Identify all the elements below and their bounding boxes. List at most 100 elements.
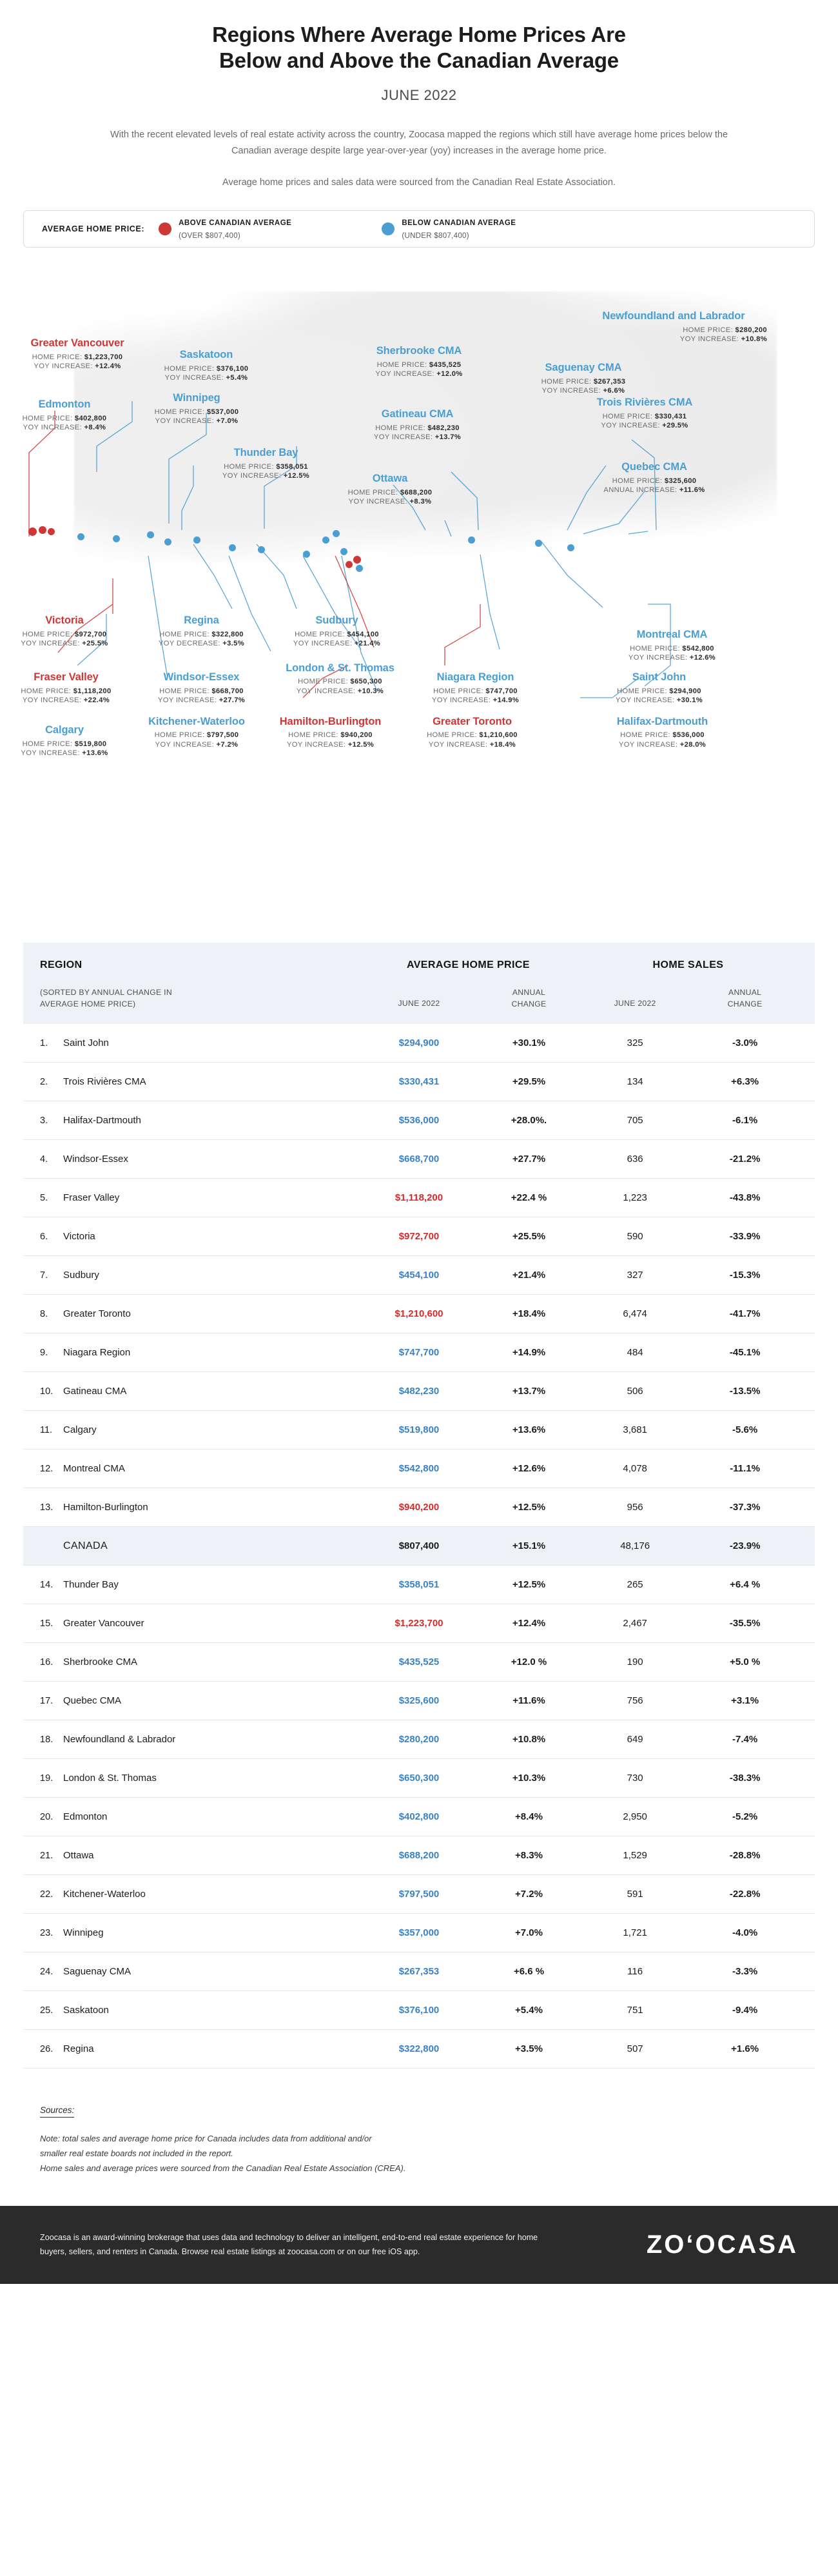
- intro-source-note: Average home prices and sales data were …: [222, 177, 616, 188]
- table-row: 13. Hamilton-Burlington $940,200 +12.5% 956 -…: [23, 1488, 815, 1528]
- map-dot-saskatoon: [147, 531, 154, 538]
- cell-region: 2. Trois Rivières CMA: [40, 1076, 358, 1087]
- cell-home-sales: 3,681: [623, 1424, 647, 1436]
- cell-sales-annual-change: -11.1%: [730, 1463, 760, 1475]
- map-callout-thunder-bay: Thunder Bay HOME PRICE: $358,051 YOY INC…: [222, 446, 310, 480]
- row-rank: 2.: [40, 1077, 48, 1088]
- map-dot-saint-john: [535, 539, 542, 547]
- cell-average-price: $294,900: [398, 1037, 440, 1049]
- cell-region: 18. Newfoundland & Labrador: [40, 1734, 358, 1745]
- row-region-name: Niagara Region: [63, 1347, 131, 1359]
- row-rank: 22.: [40, 1889, 54, 1900]
- th-average-home-price: AVERAGE HOME PRICE: [406, 959, 530, 970]
- cell-average-price: $1,223,700: [395, 1618, 443, 1629]
- map-callout-calgary: Calgary HOME PRICE: $519,800 YOY INCREAS…: [21, 723, 108, 758]
- cell-price-annual-change: +13.7%: [512, 1386, 546, 1397]
- cell-sales-annual-change: -5.2%: [732, 1811, 758, 1823]
- th-sales-change-line2: CHANGE: [727, 999, 763, 1009]
- page-title-line1: Regions Where Average Home Prices Are: [212, 23, 626, 46]
- map-dot-thunder-bay: [229, 544, 236, 551]
- th-region: REGION: [40, 959, 83, 970]
- cell-home-sales: 2,467: [623, 1618, 647, 1629]
- map-callout-windsor-essex: Windsor-Essex HOME PRICE: $668,700 YOY I…: [157, 671, 246, 705]
- cell-average-price: $1,118,200: [395, 1192, 443, 1204]
- table-row: 9. Niagara Region $747,700 +14.9% 484 -45.1%: [23, 1333, 815, 1373]
- cell-price-annual-change: +22.4 %: [511, 1192, 547, 1204]
- row-rank: 13.: [40, 1502, 54, 1513]
- cell-average-price: $688,200: [398, 1850, 440, 1862]
- cell-home-sales: 325: [627, 1037, 643, 1049]
- map-callout-saguenay-cma: Saguenay CMA HOME PRICE: $267,353 YOY IN…: [541, 361, 626, 395]
- cell-average-price: $940,200: [398, 1502, 440, 1513]
- cell-sales-annual-change: -13.5%: [729, 1386, 761, 1397]
- row-region-name: Greater Toronto: [63, 1308, 131, 1320]
- cell-home-sales: 1,721: [623, 1927, 647, 1939]
- cell-price-annual-change: +25.5%: [512, 1231, 546, 1243]
- table-row: 14. Thunder Bay $358,051 +12.5% 265 +6.4 %: [23, 1566, 815, 1605]
- row-rank: 15.: [40, 1618, 54, 1629]
- row-region-name: Saint John: [63, 1037, 109, 1049]
- cell-sales-annual-change: -23.9%: [729, 1540, 761, 1552]
- row-rank: 14.: [40, 1580, 54, 1591]
- table-row: 20. Edmonton $402,800 +8.4% 2,950 -5.2%: [23, 1798, 815, 1837]
- table-header: REGION AVERAGE HOME PRICE HOME SALES (SO…: [23, 942, 815, 1025]
- cell-region: 8. Greater Toronto: [40, 1308, 358, 1319]
- cell-home-sales: 190: [627, 1657, 643, 1668]
- table-body: 1. Saint John $294,900 +30.1% 325 -3.0% 2. Troi…: [23, 1024, 815, 2069]
- cell-average-price: $807,400: [398, 1540, 440, 1552]
- map-callout-greater-toronto: Greater Toronto HOME PRICE: $1,210,600 Y…: [427, 715, 518, 749]
- map-dot-gatineau: [340, 547, 347, 555]
- map-dot-sherbrooke: [333, 529, 340, 537]
- map-callout-ottawa: Ottawa HOME PRICE: $688,200 YOY INCREASE…: [347, 472, 433, 506]
- cell-home-sales: 4,078: [623, 1463, 647, 1475]
- cell-average-price: $668,700: [398, 1154, 440, 1165]
- cell-sales-annual-change: -33.9%: [729, 1231, 761, 1243]
- map-dot-quebec-cma: [468, 536, 475, 544]
- map-section: Greater Vancouver HOME PRICE: $1,223,700…: [0, 253, 838, 936]
- map-callout-edmonton: Edmonton HOME PRICE: $402,800 YOY INCREA…: [22, 398, 107, 432]
- cell-price-annual-change: +10.8%: [512, 1734, 546, 1745]
- map-callout-trois-rivieres-cma: Trois Rivières CMA HOME PRICE: $330,431 …: [596, 396, 693, 430]
- intro-paragraph: With the recent elevated levels of real …: [110, 129, 728, 156]
- row-region-name: Edmonton: [63, 1811, 108, 1823]
- cell-average-price: $650,300: [398, 1773, 440, 1784]
- cell-price-annual-change: +21.4%: [512, 1270, 546, 1281]
- legend-below-sub: (UNDER $807,400): [402, 231, 469, 240]
- cell-sales-annual-change: -5.6%: [732, 1424, 758, 1436]
- cell-price-annual-change: +12.6%: [512, 1463, 546, 1475]
- row-region-name: Calgary: [63, 1424, 97, 1436]
- cell-average-price: $482,230: [398, 1386, 440, 1397]
- cell-average-price: $747,700: [398, 1347, 440, 1359]
- sources-section: Sources: Note: total sales and average h…: [0, 2069, 838, 2205]
- row-region-name: Saguenay CMA: [63, 1966, 132, 1978]
- cell-sales-annual-change: -4.0%: [732, 1927, 758, 1939]
- cell-sales-annual-change: -35.5%: [729, 1618, 761, 1629]
- legend-dot-below-icon: [382, 222, 395, 235]
- th-sales-change-line1: ANNUAL: [728, 987, 762, 997]
- legend-above-sub: (OVER $807,400): [179, 231, 241, 240]
- cell-average-price: $435,525: [398, 1657, 440, 1668]
- row-rank: 8.: [40, 1309, 48, 1320]
- cell-region: 3. Halifax-Dartmouth: [40, 1115, 358, 1126]
- cell-price-annual-change: +15.1%: [512, 1540, 546, 1552]
- table-row: 10. Gatineau CMA $482,230 +13.7% 506 -13.5%: [23, 1372, 815, 1411]
- cell-price-annual-change: +6.6 %: [513, 1966, 545, 1978]
- cell-sales-annual-change: -41.7%: [729, 1308, 761, 1320]
- header: Regions Where Average Home Prices Are Be…: [0, 0, 838, 191]
- table-row: 18. Newfoundland & Labrador $280,200 +10.8%…: [23, 1720, 815, 1760]
- cell-home-sales: 2,950: [623, 1811, 647, 1823]
- map-callout-gatineau-cma: Gatineau CMA HOME PRICE: $482,230 YOY IN…: [373, 408, 462, 442]
- row-rank: 12.: [40, 1464, 54, 1475]
- th-home-sales: HOME SALES: [652, 959, 724, 970]
- row-rank: 20.: [40, 1812, 54, 1823]
- cell-home-sales: 591: [627, 1889, 643, 1900]
- row-region-name: Kitchener-Waterloo: [63, 1889, 146, 1900]
- cell-price-annual-change: +29.5%: [512, 1076, 546, 1088]
- cell-sales-annual-change: -45.1%: [729, 1347, 761, 1359]
- cell-price-annual-change: +12.0 %: [511, 1657, 547, 1668]
- map-dot-montreal: [322, 536, 329, 544]
- cell-average-price: $454,100: [398, 1270, 440, 1281]
- map-callout-fraser-valley: Fraser Valley HOME PRICE: $1,118,200 YOY…: [21, 671, 112, 705]
- table-row: 7. Sudbury $454,100 +21.4% 327 -15.3%: [23, 1256, 815, 1295]
- cell-home-sales: 116: [627, 1966, 643, 1978]
